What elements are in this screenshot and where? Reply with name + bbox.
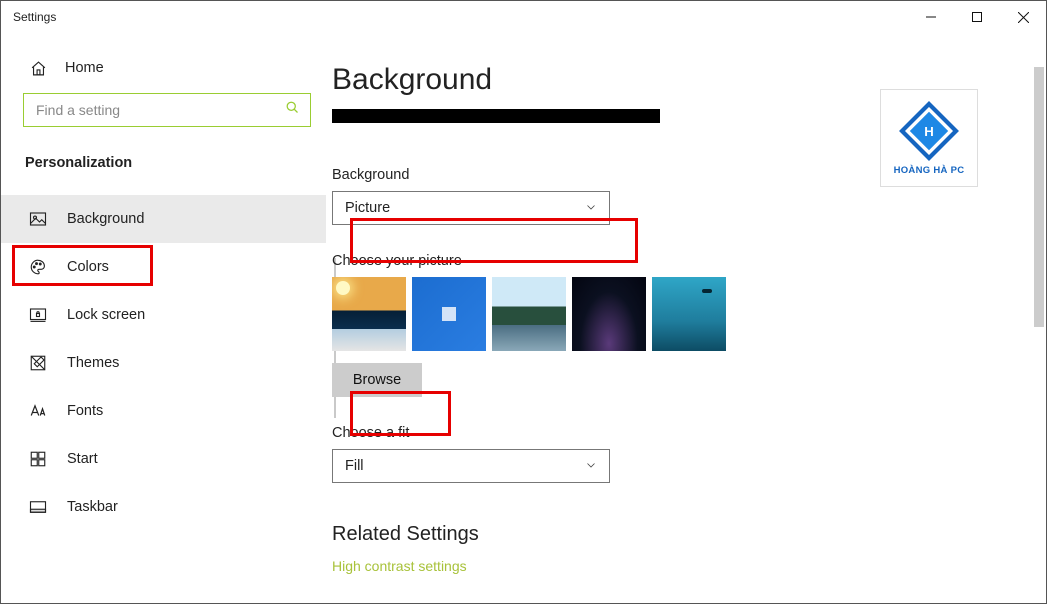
brand-logo-caption: HOÀNG HÀ PC <box>894 165 965 176</box>
picture-thumb-5[interactable] <box>652 277 726 351</box>
start-icon <box>29 450 47 468</box>
settings-window: Settings Home <box>0 0 1047 604</box>
picture-thumb-2[interactable] <box>412 277 486 351</box>
window-controls <box>908 1 1046 33</box>
chevron-down-icon <box>585 201 597 217</box>
sidebar-item-label: Lock screen <box>67 307 145 323</box>
sidebar-item-lockscreen[interactable]: Lock screen <box>1 291 326 339</box>
fit-label: Choose a fit <box>332 425 986 441</box>
search-box[interactable] <box>23 93 311 127</box>
fit-dropdown[interactable]: Fill <box>332 449 610 483</box>
picture-icon <box>29 210 47 228</box>
themes-icon <box>29 354 47 372</box>
background-dropdown[interactable]: Picture <box>332 191 610 225</box>
brand-logo: H HOÀNG HÀ PC <box>880 89 978 187</box>
choose-picture-label: Choose your picture <box>332 253 986 269</box>
close-button[interactable] <box>1000 1 1046 33</box>
redacted-bar <box>332 109 660 123</box>
chevron-down-icon <box>585 459 597 475</box>
picture-thumb-3[interactable] <box>492 277 566 351</box>
sidebar-item-taskbar[interactable]: Taskbar <box>1 483 326 531</box>
fit-dropdown-value: Fill <box>345 458 364 474</box>
sidebar-item-fonts[interactable]: Fonts <box>1 387 326 435</box>
scrollbar-thumb[interactable] <box>1034 67 1044 327</box>
search-icon <box>285 100 300 120</box>
sidebar-item-label: Fonts <box>67 403 103 419</box>
sidebar-item-colors[interactable]: Colors <box>1 243 326 291</box>
picture-thumb-4[interactable] <box>572 277 646 351</box>
sidebar-item-start[interactable]: Start <box>1 435 326 483</box>
svg-text:H: H <box>924 123 934 138</box>
related-settings-title: Related Settings <box>332 523 986 546</box>
sidebar-item-background[interactable]: Background <box>1 195 326 243</box>
home-label: Home <box>65 60 104 76</box>
picture-thumb-1[interactable] <box>332 277 406 351</box>
minimize-button[interactable] <box>908 1 954 33</box>
section-title: Personalization <box>1 133 326 183</box>
search-input[interactable] <box>36 102 285 118</box>
palette-icon <box>29 258 47 276</box>
home-icon <box>29 59 47 77</box>
picture-thumbnails <box>332 277 986 351</box>
window-body: Home Personalization Background <box>1 33 1046 603</box>
browse-button[interactable]: Browse <box>332 363 422 397</box>
titlebar: Settings <box>1 1 1046 33</box>
background-dropdown-value: Picture <box>345 200 390 216</box>
nav-list: Background Colors Lock screen <box>1 183 326 531</box>
maximize-button[interactable] <box>954 1 1000 33</box>
lockscreen-icon <box>29 306 47 324</box>
sidebar-item-label: Background <box>67 211 144 227</box>
sidebar-item-label: Taskbar <box>67 499 118 515</box>
window-title: Settings <box>13 10 56 24</box>
home-nav[interactable]: Home <box>1 49 326 87</box>
taskbar-icon <box>29 498 47 516</box>
sidebar-item-themes[interactable]: Themes <box>1 339 326 387</box>
sidebar-item-label: Themes <box>67 355 119 371</box>
sidebar-item-label: Colors <box>67 259 109 275</box>
high-contrast-link[interactable]: High contrast settings <box>332 558 986 574</box>
sidebar-item-label: Start <box>67 451 98 467</box>
fonts-icon <box>29 402 47 420</box>
sidebar: Home Personalization Background <box>1 33 326 603</box>
